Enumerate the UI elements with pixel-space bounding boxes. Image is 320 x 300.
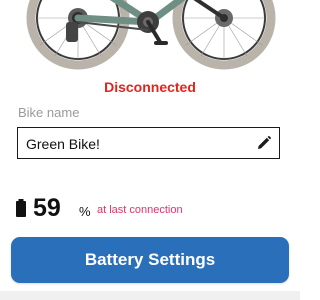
bottom-divider (0, 291, 300, 300)
battery-level-unit: % (79, 204, 91, 219)
bike-name-field[interactable]: Green Bike! (17, 127, 280, 159)
bike-image (0, 0, 300, 80)
battery-note: at last connection (97, 204, 183, 216)
battery-icon (15, 199, 27, 222)
battery-status: 59 % at last connection (15, 194, 295, 224)
battery-level-value: 59 (33, 194, 61, 222)
bike-name-value: Green Bike! (26, 136, 100, 152)
battery-settings-button[interactable]: Battery Settings (11, 237, 289, 283)
pencil-icon[interactable] (257, 136, 271, 150)
e-bike-image (26, 0, 276, 70)
bike-name-label: Bike name (18, 105, 80, 120)
connection-status: Disconnected (104, 79, 196, 95)
